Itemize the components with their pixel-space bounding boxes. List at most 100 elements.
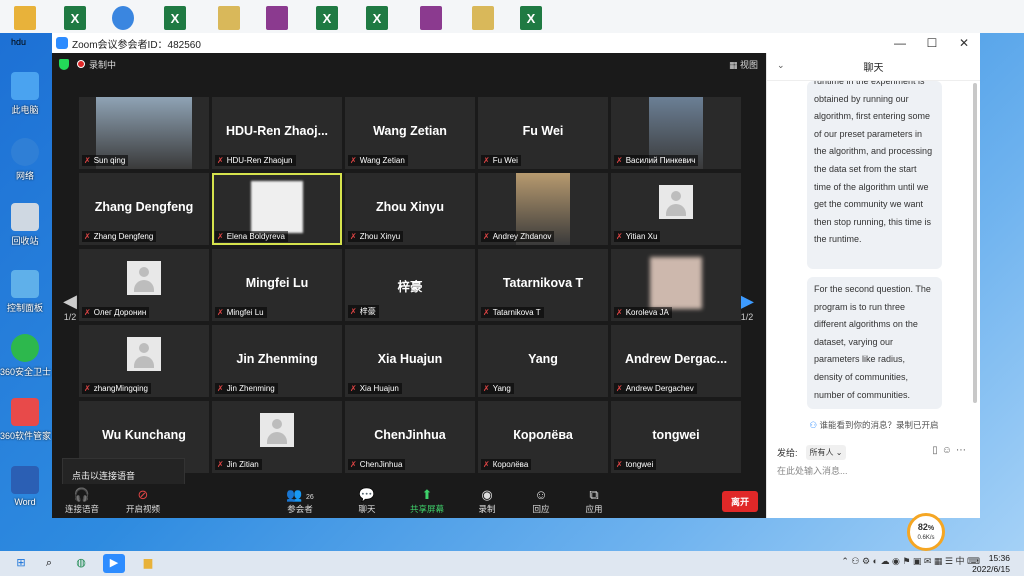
reactions-button[interactable]: ☺ 回应 xyxy=(526,487,556,515)
participant-tile[interactable]: HDU-Ren Zhaoj... ✗ HDU-Ren Zhaojun xyxy=(212,97,342,169)
folder-icon[interactable] xyxy=(14,6,36,30)
participant-tile[interactable]: ✗ Elena Boldyreva xyxy=(212,173,342,245)
chat-input[interactable]: 在此处输入消息... xyxy=(777,464,848,477)
chat-privacy-notice[interactable]: ⚇ 谁能看到你的消息？录制已开启 xyxy=(767,419,981,431)
emoji-icon[interactable]: ☺ xyxy=(942,445,956,456)
share-screen-label: 共享屏幕 xyxy=(409,504,444,514)
excel-icon[interactable]: X xyxy=(366,6,388,30)
participant-tile[interactable]: ✗ Andrey Zhdanov xyxy=(478,173,608,245)
participant-tile[interactable]: Королёва ✗ Королёва xyxy=(478,401,608,473)
participants-icon: 👥 xyxy=(286,487,303,502)
record-button[interactable]: ◉ 录制 xyxy=(472,487,502,515)
search-icon[interactable]: ⌕ xyxy=(38,554,60,573)
taskbar-clock[interactable]: 15:36 2022/6/15 xyxy=(972,553,1010,575)
participant-name-label: ✗ Elena Boldyreva xyxy=(215,231,288,242)
participant-tile[interactable]: Fu Wei ✗ Fu Wei xyxy=(478,97,608,169)
connect-audio-button[interactable]: 🎧 连接语音 xyxy=(62,487,102,515)
meeting-top-bar: 录制中 xyxy=(52,53,766,75)
participant-tile[interactable]: Mingfei Lu ✗ Mingfei Lu xyxy=(212,249,342,321)
minimize-button[interactable]: — xyxy=(884,33,916,53)
recipient-select[interactable]: 所有人 ⌄ xyxy=(805,445,847,460)
participant-tile[interactable]: ✗ Yitian Xu xyxy=(611,173,741,245)
prev-page-button[interactable]: ◀ 1/2 xyxy=(60,291,80,322)
edge-icon[interactable]: ◍ xyxy=(70,554,92,573)
chat-header: ⌄ 聊天 xyxy=(767,53,980,81)
security-shield-icon[interactable] xyxy=(59,58,69,70)
window-controls: — ☐ ✕ xyxy=(884,33,980,53)
more-icon[interactable]: ⋯ xyxy=(956,445,970,456)
send-to-row: 发给: 所有人 ⌄ xyxy=(777,445,847,460)
participant-tile[interactable]: ✗ Олег Доронин xyxy=(79,249,209,321)
start-icon[interactable]: ⊞ xyxy=(10,554,32,573)
apps-icon: ⧉ xyxy=(589,487,599,502)
desktop-icon-word[interactable]: Word xyxy=(0,466,50,507)
computer-icon xyxy=(11,72,39,100)
participants-button[interactable]: 👥 26 参会者 xyxy=(280,487,320,515)
participant-tile[interactable]: ✗ Sun qing xyxy=(79,97,209,169)
recording-dot-icon xyxy=(77,60,85,68)
participant-name-label: ✗ Tatarnikova T xyxy=(481,307,544,318)
maximize-button[interactable]: ☐ xyxy=(916,33,948,53)
desktop-icon-360-security[interactable]: 360安全卫士 xyxy=(0,334,51,378)
participant-tile[interactable]: Wang Zetian ✗ Wang Zetian xyxy=(345,97,475,169)
system-tray-icons[interactable]: ⌃ ⚇ ⚙ ◐ ☁ ◉ ⚑ ▣ ✉ ▦ ☰ 中 ⌨ xyxy=(841,554,980,567)
mic-muted-icon: ✗ xyxy=(616,232,623,241)
participant-tile[interactable]: ✗ zhangMingqing xyxy=(79,325,209,397)
browser-icon[interactable] xyxy=(112,6,134,30)
participant-name-label: ✗ 梓豪 xyxy=(348,305,379,318)
participant-tile[interactable]: ChenJinhua ✗ ChenJinhua xyxy=(345,401,475,473)
excel-icon[interactable]: X xyxy=(316,6,338,30)
file-icon[interactable]: ▯ xyxy=(932,445,942,456)
mic-muted-icon: ✗ xyxy=(217,384,224,393)
file-icon[interactable] xyxy=(218,6,240,30)
participant-tile[interactable]: Xia Huajun ✗ Xia Huajun xyxy=(345,325,475,397)
participant-tile[interactable]: Yang ✗ Yang xyxy=(478,325,608,397)
mic-muted-icon: ✗ xyxy=(483,384,490,393)
apps-button[interactable]: ⧉ 应用 xyxy=(579,487,609,515)
mic-muted-icon: ✗ xyxy=(483,308,490,317)
participant-tile[interactable]: ✗ Василий Пинкевич xyxy=(611,97,741,169)
participant-display-name: tongwei xyxy=(652,428,700,442)
desktop-icon-network[interactable]: 网络 xyxy=(0,138,50,182)
view-button[interactable]: ▦ 视图 xyxy=(729,58,758,71)
chat-bubble-icon: 💬 xyxy=(358,487,376,502)
chat-scrollbar[interactable] xyxy=(973,83,977,403)
recycle-bin-icon xyxy=(11,203,39,231)
zoom-taskbar-icon[interactable]: ▶ xyxy=(103,554,125,573)
participant-tile[interactable]: ✗ Koroleva JA xyxy=(611,249,741,321)
archive-icon[interactable] xyxy=(266,6,288,30)
leave-button[interactable]: 离开 xyxy=(721,491,758,512)
mic-muted-icon: ✗ xyxy=(84,384,91,393)
chat-title: 聊天 xyxy=(863,63,884,74)
participant-tile[interactable]: ✗ Jin Zitian xyxy=(212,401,342,473)
participant-tile[interactable]: Andrew Dergac... ✗ Andrew Dergachev xyxy=(611,325,741,397)
performance-badge[interactable]: 82% 0.6K/s xyxy=(907,513,945,551)
excel-icon[interactable]: X xyxy=(164,6,186,30)
desktop-icon-recycle-bin[interactable]: 回收站 xyxy=(0,203,50,247)
participant-tile[interactable]: Tatarnikova T ✗ Tatarnikova T xyxy=(478,249,608,321)
participant-tile[interactable]: Zhang Dengfeng ✗ Zhang Dengfeng xyxy=(79,173,209,245)
file-explorer-icon[interactable]: ▆ xyxy=(137,554,159,573)
chat-button[interactable]: 💬 聊天 xyxy=(352,487,382,515)
archive-icon[interactable] xyxy=(420,6,442,30)
participant-display-name: Wang Zetian xyxy=(373,124,447,138)
excel-icon[interactable]: X xyxy=(520,6,542,30)
video-off-icon: ⊘ xyxy=(137,487,149,502)
participant-tile[interactable]: Zhou Xinyu ✗ Zhou Xinyu xyxy=(345,173,475,245)
meeting-toolbar: 🎧 连接语音 ⊘ 开启视频 👥 26 参会者 💬 聊天 ⬆ 共享屏幕 ◉ 录制 xyxy=(52,484,766,518)
desktop-icon-control-panel[interactable]: 控制面板 xyxy=(0,270,50,314)
share-screen-button[interactable]: ⬆ 共享屏幕 xyxy=(407,487,447,515)
participant-name-label: ✗ Jin Zhenming xyxy=(215,383,278,394)
participant-display-name: Zhou Xinyu xyxy=(375,200,445,214)
desktop-icon-computer[interactable]: 此电脑 xyxy=(0,72,50,116)
participant-tile[interactable]: Jin Zhenming ✗ Jin Zhenming xyxy=(212,325,342,397)
excel-icon[interactable]: X xyxy=(64,6,86,30)
file-icon[interactable] xyxy=(472,6,494,30)
participant-tile[interactable]: tongwei ✗ tongwei xyxy=(611,401,741,473)
chevron-down-icon[interactable]: ⌄ xyxy=(777,60,785,71)
close-button[interactable]: ✕ xyxy=(948,33,980,53)
participant-tile[interactable]: 梓豪 ✗ 梓豪 xyxy=(345,249,475,321)
start-video-button[interactable]: ⊘ 开启视频 xyxy=(122,487,164,515)
desktop-icon-360-software[interactable]: 360软件管家 xyxy=(0,398,51,442)
desktop-icon-label: 控制面板 xyxy=(6,303,43,313)
